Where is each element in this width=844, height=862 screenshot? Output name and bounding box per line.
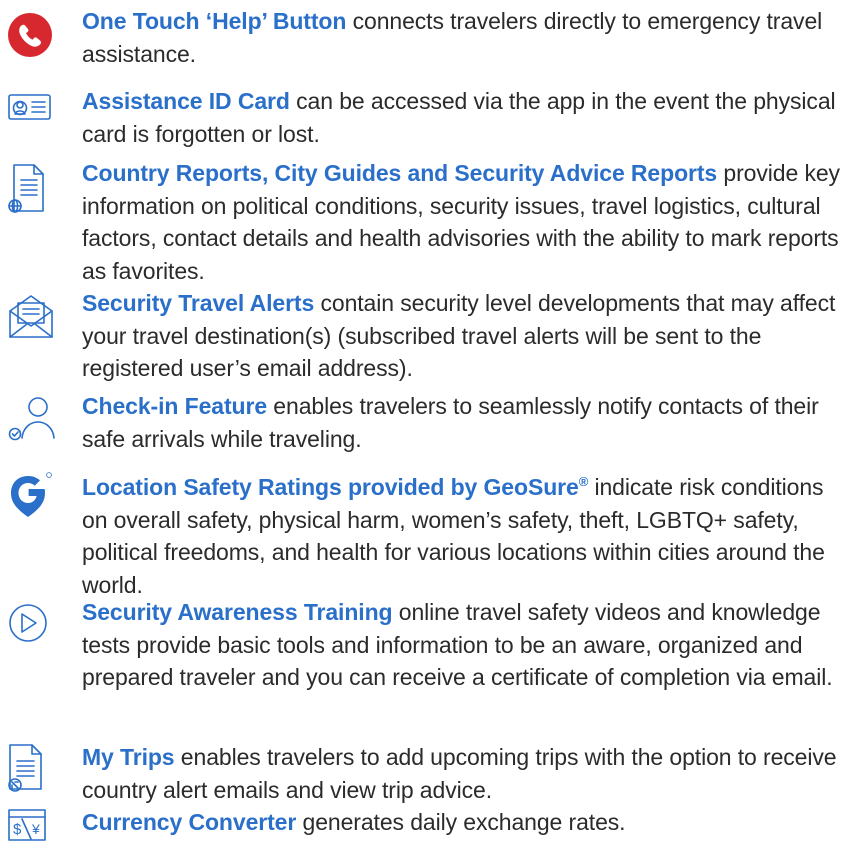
feature-text: Security Awareness Training online trave…: [82, 596, 842, 694]
feature-title-text: Location Safety Ratings provided by GeoS…: [82, 474, 579, 500]
feature-title: Country Reports, City Guides and Securit…: [82, 160, 718, 186]
registered-mark: ®: [578, 474, 589, 489]
svg-text:¥: ¥: [31, 821, 40, 837]
feature-title: Location Safety Ratings provided by GeoS…: [82, 474, 588, 500]
feature-text: Location Safety Ratings provided by GeoS…: [82, 466, 842, 601]
feature-text: One Touch ‘Help’ Button connects travele…: [82, 5, 842, 70]
feature-title: Check-in Feature: [82, 393, 268, 419]
person-check-icon: [0, 390, 64, 446]
feature-title: Assistance ID Card: [82, 88, 290, 114]
feature-text: Country Reports, City Guides and Securit…: [82, 157, 842, 287]
feature-text: Security Travel Alerts contain security …: [82, 287, 842, 385]
phone-icon: [0, 5, 64, 61]
svg-text:$: $: [13, 821, 22, 838]
feature-text: Currency Converter generates daily excha…: [82, 806, 842, 839]
feature-title: Security Awareness Training: [82, 599, 393, 625]
play-icon: [0, 596, 64, 652]
feature-title: My Trips: [82, 744, 175, 770]
document-plane-icon: [0, 741, 64, 797]
feature-text: Assistance ID Card can be accessed via t…: [82, 85, 842, 150]
feature-description: enables travelers to add upcoming trips …: [82, 744, 837, 803]
id-card-icon: [0, 85, 64, 141]
envelope-icon: [0, 287, 64, 343]
currency-icon: $ ¥: [0, 806, 64, 862]
feature-title: Security Travel Alerts: [82, 290, 315, 316]
feature-title: One Touch ‘Help’ Button: [82, 8, 347, 34]
feature-text: My Trips enables travelers to add upcomi…: [82, 741, 842, 806]
feature-title: Currency Converter: [82, 809, 297, 835]
document-globe-icon: [0, 157, 64, 213]
geosure-logo-icon: [0, 466, 64, 522]
feature-description: generates daily exchange rates.: [296, 809, 626, 835]
feature-text: Check-in Feature enables travelers to se…: [82, 390, 842, 455]
